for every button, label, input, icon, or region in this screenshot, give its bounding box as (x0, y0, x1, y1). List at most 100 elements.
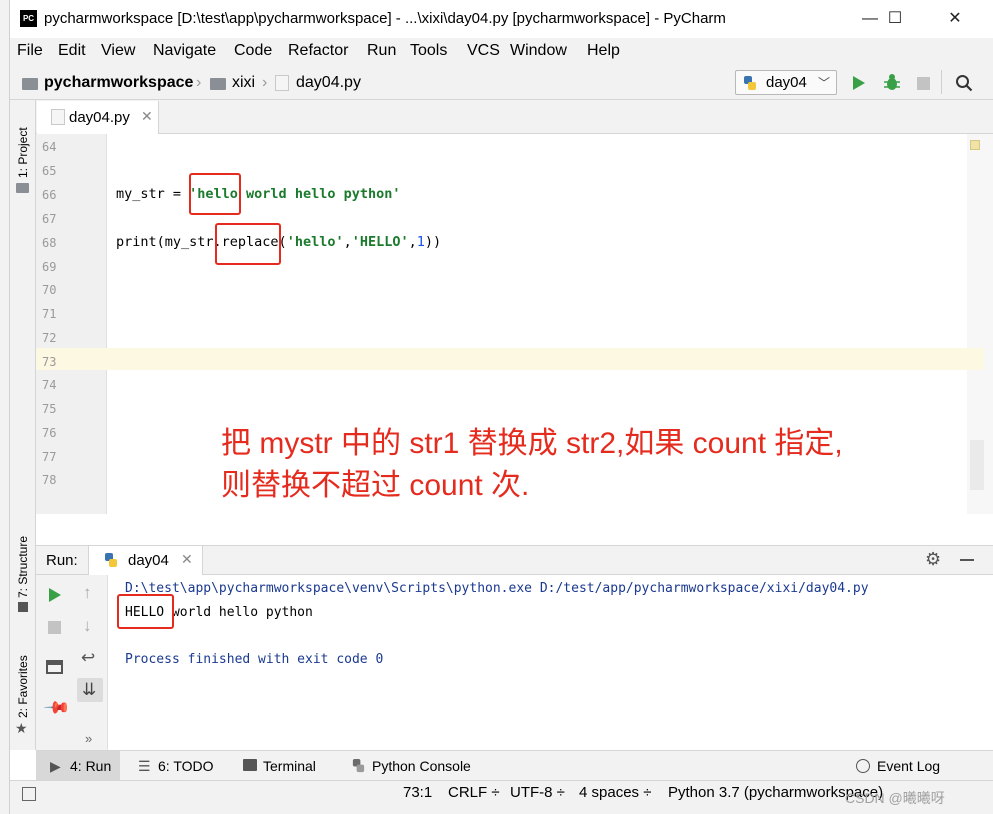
line-number: 71 (42, 307, 57, 321)
menu-view[interactable]: View (101, 42, 135, 60)
menu-refactor[interactable]: Refactor (288, 42, 348, 60)
python-file-icon (275, 75, 289, 91)
menu-code[interactable]: Code (234, 42, 272, 60)
run-config-label: day04 (766, 74, 807, 91)
terminal-tool-button[interactable]: Terminal (263, 758, 316, 774)
code-token: , (343, 234, 352, 250)
line-number: 76 (42, 426, 57, 440)
close-tab-icon[interactable]: ✕ (141, 108, 153, 125)
gear-icon[interactable]: ⚙ (925, 549, 941, 570)
editor-tab-day04[interactable]: day04.py ✕ (37, 101, 159, 134)
close-tab-icon[interactable]: ✕ (181, 551, 193, 568)
python-file-icon (51, 109, 65, 125)
pycharm-app-icon: PC (20, 10, 37, 27)
line-separator-selector[interactable]: CRLF ÷ (448, 784, 500, 801)
line-number: 75 (42, 402, 57, 416)
run-tool-button[interactable]: 4: Run (70, 758, 111, 774)
breadcrumb-file[interactable]: day04.py (296, 74, 361, 92)
editor-tab-bar (36, 100, 993, 134)
line-number: 68 (42, 236, 57, 250)
code-token: )) (424, 234, 442, 250)
breadcrumb-separator-icon: › (262, 74, 268, 91)
menu-tools[interactable]: Tools (410, 42, 447, 60)
rerun-icon[interactable] (47, 586, 63, 604)
todo-list-icon: ☰ (138, 758, 151, 774)
python-console-icon (352, 758, 365, 773)
star-icon: ★ (15, 720, 28, 736)
line-number: 78 (42, 473, 57, 487)
project-tool-button[interactable]: 1: Project (16, 127, 30, 178)
structure-tool-button[interactable]: 7: Structure (16, 536, 30, 598)
menu-navigate[interactable]: Navigate (153, 42, 216, 60)
layout-icon[interactable] (46, 660, 63, 674)
menu-window[interactable]: Window (510, 42, 567, 60)
python-logo-icon (744, 76, 756, 90)
console-exit-line: Process finished with exit code 0 (125, 652, 384, 667)
breadcrumb-folder[interactable]: xixi (232, 74, 255, 92)
toggle-tool-windows-icon[interactable] (22, 787, 36, 801)
line-number: 67 (42, 212, 57, 226)
toolbar-divider (941, 70, 942, 94)
hide-panel-icon[interactable] (960, 559, 974, 561)
run-tab-label: day04 (128, 552, 169, 569)
favorites-tool-button[interactable]: 2: Favorites (16, 655, 30, 718)
watermark: CSDN @曦曦呀 (845, 790, 945, 806)
run-configuration-selector[interactable]: day04 ﹀ (735, 70, 837, 95)
annotation-line-1: 把 mystr 中的 str1 替换成 str2,如果 count 指定, (221, 427, 843, 460)
breadcrumb-project[interactable]: pycharmworkspace (44, 74, 193, 92)
line-number: 74 (42, 378, 57, 392)
inspection-marker-icon[interactable] (970, 140, 980, 150)
run-panel-label: Run: (46, 552, 78, 569)
encoding-selector[interactable]: UTF-8 ÷ (510, 784, 565, 801)
line-number: 73 (42, 355, 57, 369)
todo-tool-button[interactable]: 6: TODO (158, 758, 214, 774)
line-number: 64 (42, 140, 57, 154)
current-line-highlight (36, 348, 984, 370)
annotation-line-2: 则替换不超过 count 次. (221, 469, 530, 502)
line-number: 66 (42, 188, 57, 202)
debug-bug-icon[interactable] (883, 73, 901, 93)
terminal-icon (243, 759, 257, 771)
structure-icon (18, 602, 28, 612)
indent-selector[interactable]: 4 spaces ÷ (579, 784, 651, 801)
run-tab-day04[interactable]: day04 ✕ (88, 546, 203, 575)
line-number: 70 (42, 283, 57, 297)
code-string: 'hello' (286, 234, 344, 250)
scroll-marker[interactable] (970, 440, 984, 490)
editor-bottom-area (36, 514, 993, 545)
arrow-up-icon[interactable]: ↑ (83, 583, 92, 603)
soft-wrap-icon[interactable]: ↩ (81, 648, 95, 668)
run-icon[interactable] (851, 74, 867, 92)
chevron-down-icon: ﹀ (817, 76, 830, 90)
run-tool-icon: ▶ (50, 758, 61, 774)
menu-edit[interactable]: Edit (58, 42, 86, 60)
project-folder-icon (22, 78, 38, 90)
python-console-tool-button[interactable]: Python Console (372, 758, 471, 774)
menu-vcs[interactable]: VCS (467, 42, 500, 60)
caret-position[interactable]: 73:1 (403, 784, 432, 801)
line-number: 69 (42, 260, 57, 274)
console-command-line: D:\test\app\pycharmworkspace\venv\Script… (125, 581, 869, 596)
search-icon[interactable] (955, 74, 973, 92)
left-edge (0, 0, 10, 814)
code-line-66[interactable]: my_str = 'hello world hello python' (116, 186, 400, 202)
close-button[interactable]: ✕ (935, 6, 975, 32)
stop-icon[interactable] (48, 621, 61, 634)
left-tool-window-strip (10, 100, 36, 750)
event-log-icon (856, 759, 870, 773)
python-logo-icon (105, 553, 117, 567)
more-icon[interactable]: » (85, 731, 92, 746)
menu-run[interactable]: Run (367, 42, 396, 60)
code-token: my_str = (116, 186, 190, 202)
menu-file[interactable]: File (17, 42, 43, 60)
line-number: 72 (42, 331, 57, 345)
arrow-down-icon[interactable]: ↓ (83, 616, 92, 636)
editor-tab-label: day04.py (69, 109, 130, 126)
menu-help[interactable]: Help (587, 42, 620, 60)
highlight-box-output (117, 594, 174, 629)
maximize-button[interactable]: ☐ (875, 6, 915, 32)
code-token: , (408, 234, 417, 250)
project-folder-icon (16, 183, 29, 193)
event-log-tool-button[interactable]: Event Log (877, 758, 940, 774)
stop-icon[interactable] (917, 77, 930, 90)
